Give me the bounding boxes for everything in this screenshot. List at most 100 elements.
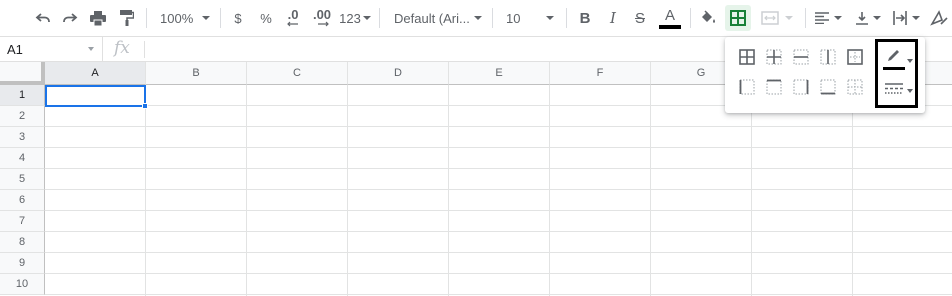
row-header-5[interactable]: 5: [0, 169, 45, 190]
text-wrapping-select[interactable]: [890, 5, 922, 31]
all-borders-icon: [730, 10, 746, 26]
undo-icon[interactable]: [32, 5, 54, 31]
row-header-6[interactable]: 6: [0, 190, 45, 211]
chevron-down-icon: [907, 59, 913, 63]
horizontal-align-select[interactable]: [812, 5, 844, 31]
font-size-select[interactable]: 10: [504, 5, 556, 31]
toolbar-separator: [690, 8, 691, 28]
row-header-3[interactable]: 3: [0, 127, 45, 148]
top-border-icon[interactable]: [764, 77, 784, 97]
column-header-c[interactable]: C: [247, 62, 348, 85]
row-header-9[interactable]: 9: [0, 253, 45, 274]
grid-line: [852, 85, 853, 296]
row-header-10[interactable]: 10: [0, 274, 45, 295]
increase-decimal-label: .00: [312, 7, 332, 22]
border-color-button[interactable]: [881, 47, 913, 73]
border-style-icon: [885, 83, 903, 94]
grid-line: [145, 85, 146, 296]
increase-decimal-button[interactable]: .00: [309, 5, 335, 31]
toolbar-separator: [379, 8, 380, 28]
grid-line: [45, 273, 952, 274]
font-family-select[interactable]: Default (Ari...: [392, 5, 484, 31]
toolbar-separator: [805, 8, 806, 28]
strikethrough-label: S: [634, 9, 645, 27]
align-bottom-icon: [855, 12, 868, 25]
text-color-button[interactable]: A: [658, 5, 682, 31]
formula-separator: [144, 41, 145, 58]
grid-line: [45, 168, 952, 169]
strikethrough-button[interactable]: S: [630, 5, 650, 31]
cell-reference: A1: [7, 42, 23, 57]
font-size-value: 10: [506, 10, 521, 26]
decrease-decimal-button[interactable]: .0: [282, 5, 304, 31]
all-borders-icon[interactable]: [737, 47, 757, 67]
italic-button[interactable]: I: [603, 5, 623, 31]
currency-label: $: [234, 10, 242, 26]
outer-borders-icon[interactable]: [845, 47, 865, 67]
percent-button[interactable]: %: [256, 5, 276, 31]
column-header-d[interactable]: D: [348, 62, 449, 85]
chevron-down-icon: [785, 16, 793, 20]
vertical-align-select[interactable]: [852, 5, 884, 31]
text-color-label: A: [664, 6, 675, 24]
align-left-icon: [814, 12, 829, 24]
chevron-down-icon: [88, 47, 94, 51]
pencil-icon: [888, 50, 899, 61]
arrow-right-icon: [318, 21, 329, 27]
column-header-b[interactable]: B: [146, 62, 247, 85]
grid-line: [246, 85, 247, 296]
selected-cell-a1[interactable]: [45, 85, 146, 107]
zoom-select[interactable]: 100%: [156, 5, 214, 31]
currency-button[interactable]: $: [228, 5, 248, 31]
arrow-left-icon: [287, 21, 298, 27]
grid-line: [45, 147, 952, 148]
toolbar-separator: [566, 8, 567, 28]
redo-icon[interactable]: [59, 5, 81, 31]
fx-icon: fx: [114, 38, 130, 58]
row-header-1[interactable]: 1: [0, 85, 45, 106]
row-header-7[interactable]: 7: [0, 211, 45, 232]
right-border-icon[interactable]: [791, 77, 811, 97]
grid-line: [347, 85, 348, 296]
select-all-corner[interactable]: [0, 62, 45, 85]
paint-format-icon[interactable]: [116, 5, 138, 31]
decrease-decimal-label: .0: [287, 7, 299, 22]
row-header-2[interactable]: 2: [0, 106, 45, 127]
bold-button[interactable]: B: [575, 5, 595, 31]
italic-label: I: [610, 9, 616, 27]
chevron-down-icon: [474, 16, 482, 20]
print-icon[interactable]: [87, 5, 109, 31]
border-color-swatch: [883, 67, 905, 70]
grid-line: [45, 294, 952, 295]
column-header-e[interactable]: E: [449, 62, 550, 85]
text-rotation-icon[interactable]: [928, 5, 950, 31]
left-border-icon[interactable]: [737, 77, 757, 97]
grid-line: [45, 210, 952, 211]
vertical-borders-icon[interactable]: [818, 47, 838, 67]
merge-cells-icon: [761, 11, 779, 25]
clear-borders-icon[interactable]: [845, 77, 865, 97]
border-style-group: [875, 39, 918, 108]
name-box[interactable]: A1: [0, 37, 103, 61]
fill-handle[interactable]: [142, 103, 148, 109]
more-formats-select[interactable]: 123: [338, 5, 372, 31]
inner-borders-icon[interactable]: [764, 47, 784, 67]
row-header-8[interactable]: 8: [0, 232, 45, 253]
chevron-down-icon: [202, 16, 210, 20]
column-header-a[interactable]: A: [45, 62, 146, 85]
grid-line: [45, 231, 952, 232]
more-formats-label: 123: [339, 10, 361, 26]
chevron-down-icon: [907, 89, 913, 93]
bottom-border-icon[interactable]: [818, 77, 838, 97]
chevron-down-icon: [362, 16, 371, 20]
horizontal-borders-icon[interactable]: [791, 47, 811, 67]
percent-label: %: [260, 10, 272, 26]
merge-cells-button[interactable]: [756, 5, 798, 31]
column-header-f[interactable]: F: [550, 62, 651, 85]
border-style-button[interactable]: [881, 79, 913, 101]
row-header-4[interactable]: 4: [0, 148, 45, 169]
bold-label: B: [579, 9, 591, 27]
grid-line: [45, 126, 952, 127]
fill-color-icon[interactable]: [697, 5, 719, 31]
borders-button[interactable]: [725, 5, 751, 31]
